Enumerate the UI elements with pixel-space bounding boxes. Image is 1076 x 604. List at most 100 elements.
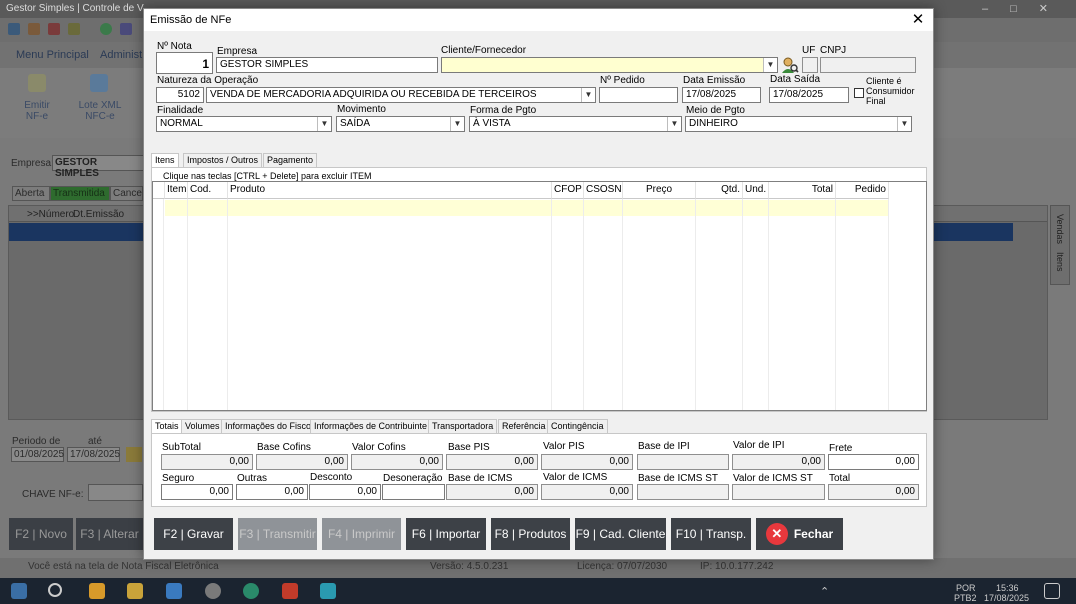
transmitir-button[interactable]: F3 | Transmitir [238,518,317,550]
grid-col-cod[interactable]: Cod. [188,182,228,199]
windows-start-icon[interactable] [11,583,27,599]
app-icon[interactable] [89,583,105,599]
chevron-down-icon[interactable]: ▼ [763,58,777,72]
uf-field[interactable] [802,57,818,73]
chevron-down-icon[interactable]: ▼ [667,117,681,131]
grid-col-und[interactable]: Und. [743,182,769,199]
empresa-field[interactable]: GESTOR SIMPLES [52,155,144,179]
movimento-select[interactable]: SAÍDA ▼ [336,116,465,132]
data-saida-field[interactable]: 17/08/2025 [769,87,849,103]
base-ipi-field[interactable] [637,454,729,470]
tab-aberta[interactable]: Aberta [12,186,50,201]
empresa-field[interactable]: GESTOR SIMPLES [216,57,438,73]
menu-item-administ[interactable]: Administ [100,49,142,61]
base-icms-st-field[interactable] [637,484,729,500]
grid-col-cfop[interactable]: CFOP [552,182,584,199]
tab-info-contribuinte[interactable]: Informações de Contribuinte [310,419,432,433]
novo-button[interactable]: F2 | Novo [9,518,73,550]
imprimir-button[interactable]: F4 | Imprimir [322,518,401,550]
edge-icon[interactable] [243,583,259,599]
search-icon[interactable] [48,583,62,597]
grid-col-produto[interactable]: Produto [228,182,552,199]
tab-totais[interactable]: Totais [151,419,183,434]
gravar-button[interactable]: F2 | Gravar [154,518,233,550]
user-search-icon[interactable] [781,56,799,74]
cnpj-field[interactable] [820,57,916,73]
chevron-down-icon[interactable]: ▼ [897,117,911,131]
toolbar-icon[interactable] [68,23,80,35]
clock-date[interactable]: 17/08/2025 [984,593,1029,603]
tab-contingencia[interactable]: Contingência [547,419,608,433]
tab-referencia[interactable]: Referência [498,419,550,433]
transp-button[interactable]: F10 | Transp. [671,518,751,550]
toolbar-icon[interactable] [100,23,112,35]
app-icon[interactable] [320,583,336,599]
tab-impostos[interactable]: Impostos / Outros [183,153,263,167]
ribbon-emitir-nfe[interactable]: Emitir NF-e [20,100,54,122]
toolbar-icon[interactable] [28,23,40,35]
folder-icon[interactable] [127,583,143,599]
meio-pgto-select[interactable]: DINHEIRO ▼ [685,116,912,132]
toolbar-icon[interactable] [120,23,132,35]
toolbar-icon[interactable] [48,23,60,35]
grid-col-qtd[interactable]: Qtd. [696,182,743,199]
fechar-button[interactable]: ✕ Fechar [756,518,843,550]
clock-time[interactable]: 15:36 [996,583,1019,593]
side-tab-vendas[interactable]: Vendas [1055,214,1065,244]
close-icon[interactable]: ✕ [909,11,927,29]
valor-pis-field[interactable]: 0,00 [541,454,633,470]
chevron-down-icon[interactable]: ▼ [581,88,595,102]
desoneracao-field[interactable] [382,484,445,500]
subtotal-field[interactable]: 0,00 [161,454,253,470]
chevron-up-icon[interactable]: ⌃ [820,585,829,598]
grid-col-total[interactable]: Total [769,182,836,199]
finalidade-select[interactable]: NORMAL ▼ [156,116,332,132]
valor-ipi-field[interactable]: 0,00 [732,454,825,470]
forma-pgto-select[interactable]: À VISTA ▼ [469,116,682,132]
base-cofins-field[interactable]: 0,00 [256,454,348,470]
chave-input[interactable] [88,484,143,501]
side-tab-itens[interactable]: Itens [1055,252,1065,272]
base-pis-field[interactable]: 0,00 [446,454,538,470]
periodo-from-field[interactable]: 01/08/2025 [11,447,64,462]
cad-cliente-button[interactable]: F9 | Cad. Cliente [575,518,666,550]
alterar-button[interactable]: F3 | Alterar [76,518,143,550]
tab-transmitida[interactable]: Transmitida [50,186,110,201]
tab-cancelada[interactable]: Cance [110,186,143,201]
app-icon[interactable] [166,583,182,599]
ribbon-lote-xml[interactable]: Lote XML NFC-e [78,100,122,122]
valor-icms-st-field[interactable] [732,484,825,500]
app-icon[interactable] [205,583,221,599]
desconto-field[interactable]: 0,00 [309,484,381,500]
periodo-to-field[interactable]: 17/08/2025 [67,447,120,462]
menu-item-principal[interactable]: Menu Principal [16,49,89,61]
natureza-code-field[interactable]: 5102 [156,87,204,103]
valor-cofins-field[interactable]: 0,00 [351,454,443,470]
window-controls[interactable]: –□✕ [982,2,1070,15]
natureza-select[interactable]: VENDA DE MERCADORIA ADQUIRIDA OU RECEBID… [206,87,596,103]
pedido-field[interactable] [599,87,678,103]
frete-field[interactable]: 0,00 [828,454,919,470]
outras-field[interactable]: 0,00 [236,484,308,500]
seguro-field[interactable]: 0,00 [161,484,233,500]
cliente-select[interactable]: ▼ [441,57,778,73]
consumidor-final-checkbox[interactable] [854,88,864,98]
grid-col-item[interactable]: Item [165,182,188,199]
itens-grid[interactable]: Item Cod. Produto CFOP CSOSN Preço Qtd. … [152,181,927,411]
grid-col-csosn[interactable]: CSOSN [584,182,623,199]
notification-icon[interactable] [1044,583,1060,599]
tab-transportadora[interactable]: Transportadora [428,419,498,433]
data-emissao-field[interactable]: 17/08/2025 [682,87,761,103]
nota-field[interactable]: 1 [156,52,213,74]
tab-itens[interactable]: Itens [151,153,179,168]
total-field[interactable]: 0,00 [828,484,919,500]
tab-pagamento[interactable]: Pagamento [263,153,318,167]
tab-info-fisco[interactable]: Informações do Fisco [221,419,316,433]
toolbar-icon[interactable] [8,23,20,35]
tab-volumes[interactable]: Volumes [181,419,224,433]
filter-icon[interactable] [126,447,142,462]
grid-col-pedido[interactable]: Pedido [836,182,889,199]
produtos-button[interactable]: F8 | Produtos [491,518,570,550]
lang-indicator[interactable]: POR [956,583,976,593]
app-icon[interactable] [282,583,298,599]
